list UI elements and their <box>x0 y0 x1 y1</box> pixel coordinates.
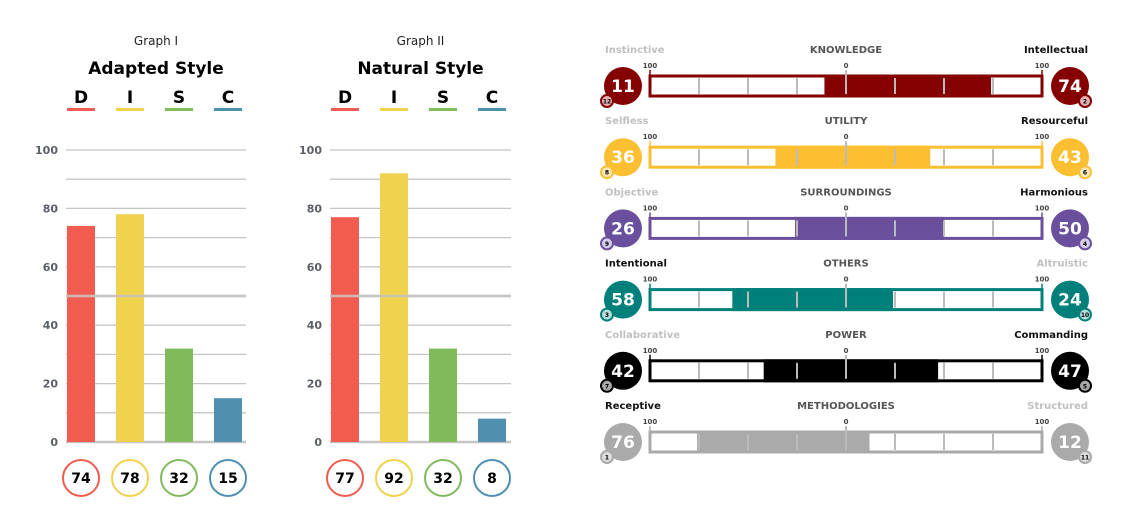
right-rank: 10 <box>1081 312 1089 319</box>
left-label: Intentional <box>605 259 667 270</box>
right-label: Commanding <box>1014 330 1088 341</box>
scale-left-100: 100 <box>643 133 658 141</box>
right-score: 50 <box>1058 219 1082 239</box>
left-label: Selfless <box>605 116 649 127</box>
left-rank: 1 <box>605 455 609 462</box>
motivator-name: KNOWLEDGE <box>810 45 882 56</box>
left-rank: 8 <box>605 170 609 177</box>
left-score: 58 <box>611 291 635 311</box>
scale-center-0: 0 <box>844 276 849 284</box>
scale-left-100: 100 <box>643 347 658 355</box>
left-label: Objective <box>605 187 659 198</box>
right-label: Structured <box>1027 401 1088 412</box>
left-rank: 9 <box>605 241 609 248</box>
motivator-name: SURROUNDINGS <box>800 187 892 198</box>
right-score: 12 <box>1058 433 1082 453</box>
scale-center-0: 0 <box>844 133 849 141</box>
scale-center-0: 0 <box>844 418 849 426</box>
right-label: Altruistic <box>1036 259 1088 270</box>
motivator-row-methodologies: Receptive Structured METHODOLOGIES 100 0 100 7… <box>600 401 1092 464</box>
motivator-row-surroundings: Objective Harmonious SURROUNDINGS 100 0 100 26… <box>600 187 1092 251</box>
left-score: 36 <box>611 148 635 168</box>
scale-left-100: 100 <box>643 276 658 284</box>
right-score: 47 <box>1058 362 1082 382</box>
left-rank: 12 <box>603 99 611 106</box>
bar-fill <box>732 288 894 312</box>
scale-right-100: 100 <box>1035 133 1050 141</box>
scale-center-0: 0 <box>844 347 849 355</box>
scale-right-100: 100 <box>1035 347 1050 355</box>
scale-left-100: 100 <box>643 62 658 70</box>
right-label: Resourceful <box>1021 116 1088 127</box>
scale-center-0: 0 <box>844 62 849 70</box>
left-label: Receptive <box>605 401 661 412</box>
left-score: 76 <box>611 433 635 453</box>
motivator-name: UTILITY <box>825 116 869 127</box>
right-score: 24 <box>1058 291 1082 311</box>
motivator-row-utility: Selfless Resourceful UTILITY 100 0 100 368 436 <box>600 116 1092 180</box>
left-rank: 3 <box>605 312 609 319</box>
scale-left-100: 100 <box>643 418 658 426</box>
left-label: Instinctive <box>605 45 665 56</box>
scale-right-100: 100 <box>1035 418 1050 426</box>
right-rank: 11 <box>1081 455 1089 462</box>
bar-fill <box>795 216 944 240</box>
motivators-chart: Instinctive IntellectualKNOWLEDGE100 0 1001… <box>600 45 1092 464</box>
bar-fill <box>775 145 931 169</box>
motivator-name: OTHERS <box>823 259 868 270</box>
motivator-name: METHODOLOGIES <box>797 401 895 412</box>
bar-fill <box>824 74 992 98</box>
left-label: Collaborative <box>605 330 680 341</box>
right-rank: 5 <box>1083 383 1087 390</box>
bar-fill <box>763 359 939 383</box>
right-label: Harmonious <box>1020 187 1088 198</box>
motivator-row-power: Collaborative Commanding POWER 100 0 100 427 47… <box>600 330 1092 393</box>
right-score: 43 <box>1058 148 1082 168</box>
right-rank: 4 <box>1083 241 1087 248</box>
scale-right-100: 100 <box>1035 62 1050 70</box>
scale-right-100: 100 <box>1035 204 1050 212</box>
scale-left-100: 100 <box>643 204 658 212</box>
scale-right-100: 100 <box>1035 276 1050 284</box>
left-rank: 7 <box>605 383 609 390</box>
right-score: 74 <box>1058 77 1082 97</box>
motivator-row-knowledge: Instinctive Intellectual KNOWLEDGE 100 0 100 1… <box>600 45 1092 108</box>
left-score: 42 <box>611 362 635 382</box>
right-label: Intellectual <box>1024 45 1088 56</box>
left-score: 26 <box>611 219 635 239</box>
bar-fill <box>697 430 870 454</box>
left-score: 11 <box>611 77 635 97</box>
scale-center-0: 0 <box>844 204 849 212</box>
motivator-row-others: Intentional Altruistic OTHERS 100 0 100 583 241… <box>600 259 1092 322</box>
right-rank: 2 <box>1083 99 1087 106</box>
right-rank: 6 <box>1083 170 1087 177</box>
motivator-name: POWER <box>825 330 867 341</box>
